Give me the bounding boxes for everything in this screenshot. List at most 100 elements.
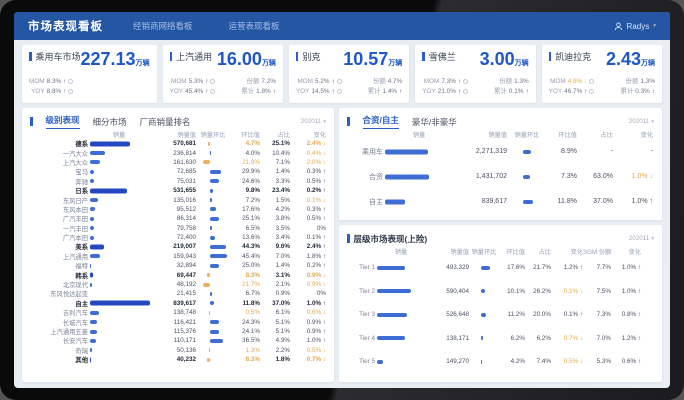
- sales-value: 110,171: [150, 337, 196, 344]
- mom-bar-cell: [196, 196, 230, 205]
- sales-bar-cell: [88, 327, 150, 336]
- sales-bar: [377, 289, 411, 293]
- table-row: 上汽通用五菱115,37624.1%5.1%0.9% ↑: [30, 327, 326, 336]
- sales-value: 135,016: [150, 197, 196, 204]
- kpi-metric-line: YOY8.8%↑: [29, 87, 73, 97]
- share-value: 10.4%: [260, 150, 290, 157]
- mom-value: 17.6%: [230, 206, 260, 213]
- table-row: 日系531,6559.8%23.4%0.2% ↑: [30, 186, 326, 195]
- metric-value: 14.5%: [311, 87, 329, 97]
- kpi-unit: 万辆: [262, 60, 276, 67]
- kpi-side-column: 份额4.7%累计1.4%↑: [368, 77, 403, 96]
- sales-bar-cell: [88, 336, 150, 345]
- date-filter[interactable]: 202011▾: [629, 235, 654, 242]
- kpi-side-column: 份额7.2%累计1.8%↑: [241, 77, 276, 96]
- sgm-share-value: 7.3%: [583, 311, 611, 318]
- share-value: 3.5%: [260, 225, 290, 232]
- table-row: 自主839,61711.8%37.0%1.0% ↑: [30, 299, 326, 308]
- kpi-metric-column: MOM5.2%↑YOY14.5%↑: [296, 77, 342, 96]
- metric-label: MOM: [424, 77, 440, 87]
- chevron-down-icon: ▾: [653, 23, 656, 29]
- tab-sub-market[interactable]: 细分市场: [93, 116, 127, 128]
- kpi-card[interactable]: 雪佛兰3.00万辆MOM7.3%↑YOY21.0%↑份额1.3%累计0.1%↑: [415, 45, 535, 103]
- table-row: 长安汽车110,17136.5%4.9%1.0% ↑: [30, 336, 326, 345]
- user-menu[interactable]: Radys ▾: [614, 22, 656, 31]
- mom-bar: [209, 348, 210, 352]
- sales-value: 236,814: [150, 150, 196, 157]
- kpi-card[interactable]: 别克10.57万辆MOM5.2%↑YOY14.5%↑份额4.7%累计1.4%↑: [289, 45, 409, 103]
- row-label: 一汽大众: [30, 149, 88, 158]
- tab-level-performance[interactable]: 级别表现: [46, 114, 80, 129]
- table-row: 上汽通用159,94345.4%7.0%1.8% ↑: [30, 252, 326, 261]
- kpi-card[interactable]: 上汽通用16.00万辆 MOM5.3%↑YOY45.4%↑ 份额7.2%累计1.8%…: [163, 45, 283, 103]
- change-value: 0.5% ↓: [551, 358, 583, 365]
- sales-bar: [377, 360, 383, 364]
- mom-bar: [210, 151, 212, 155]
- change-value: 2.4% ↓: [290, 140, 326, 147]
- mom-bar-cell: [507, 147, 547, 156]
- sales-bar-cell: [88, 177, 150, 186]
- kpi-value: 10.57万辆: [343, 50, 402, 73]
- nav-tab-operations[interactable]: 运营表现看板: [229, 20, 280, 32]
- share-value: 26.2%: [525, 288, 551, 295]
- joint-panel-tabs: 合资/自主 豪华/非豪华 202011▾: [347, 113, 654, 130]
- row-label: 自主: [30, 299, 88, 308]
- kpi-card-top: 上汽通用16.00万辆: [170, 50, 276, 73]
- date-filter[interactable]: 202011▾: [301, 118, 326, 125]
- metric-label: 累计: [368, 87, 381, 97]
- row-label: 其他: [30, 355, 88, 364]
- table-row: Tier 5149,2704.2%7.4%0.5% ↓5.3%0.6% ↑: [347, 350, 654, 374]
- sales-bar: [377, 266, 405, 270]
- sales-bar-cell: [88, 261, 150, 270]
- user-name: Radys: [627, 22, 650, 31]
- joint-vs-domestic-panel: 合资/自主 豪华/非豪华 202011▾ 销量 销量值 销量环比 环比值 占比 …: [339, 108, 662, 220]
- share-value: 5.1%: [260, 328, 290, 335]
- change-value: -: [613, 148, 653, 155]
- share-value: 7.0%: [260, 253, 290, 260]
- share-value: 6.1%: [260, 309, 290, 316]
- mom-value: 17.6%: [499, 264, 525, 271]
- share-value: 3.8%: [260, 215, 290, 222]
- table-row: 北京现代48,19221.7%2.1%0.9% ↓: [30, 280, 326, 289]
- change-value: 0%: [290, 290, 326, 297]
- table-row: 奔驰75,03124.6%3.3%0.5% ↑: [30, 177, 326, 186]
- segment-performance-panel: 级别表现 细分市场 厂商销量排名 202011▾ 销量 销量值 销量环比 环比值…: [22, 108, 334, 382]
- tab-joint-domestic[interactable]: 合资/自主: [363, 114, 399, 129]
- nav-tab-dealer-network[interactable]: 经销商网络看板: [133, 20, 193, 32]
- share-value: 21.7%: [525, 264, 551, 271]
- date-filter[interactable]: 202011▾: [629, 118, 654, 125]
- tab-luxury-nonluxury[interactable]: 豪华/非豪华: [412, 116, 457, 128]
- kpi-metric-column: MOM5.3%↑YOY45.4%↑: [170, 77, 216, 96]
- kpi-card-top: 乘用车市场227.13万辆: [29, 50, 150, 73]
- share-value: -: [577, 148, 613, 155]
- mom-value: 21.7%: [230, 281, 260, 288]
- tab-oem-sales-rank[interactable]: 厂商销量排名: [140, 116, 191, 128]
- sales-value: 116,421: [150, 319, 196, 326]
- mom-bar-cell: [469, 334, 499, 343]
- metric-label: MOM: [171, 77, 187, 87]
- kpi-metric-column: MOM4.9%↓YOY46.7%↑: [549, 77, 595, 96]
- sales-bar-cell: [383, 147, 455, 156]
- col-change: 变化: [551, 247, 583, 256]
- kpi-card[interactable]: 乘用车市场227.13万辆MOM8.3%↑YOY8.8%↑: [22, 45, 157, 103]
- monitor-bezel: 市场表现看板 经销商网络看板 运营表现看板 Radys ▾ 乘用车市场227.1…: [0, 0, 684, 400]
- row-label: Tier 4: [347, 335, 375, 342]
- tier-panel-header: 层级市场表现(上险) 202011▾: [347, 230, 654, 247]
- table-row: Tier 2590,40410.1%26.2%0.1% ↓7.5%1.0% ↑: [347, 280, 654, 304]
- change-value: 1.0% ↑: [613, 198, 653, 205]
- mom-bar-cell: [196, 224, 230, 233]
- kpi-card[interactable]: 凯迪拉克2.43万辆MOM4.9%↓YOY46.7%↑份额1.3%累计0.3%↑: [542, 45, 662, 103]
- change-value: 1.2% ↑: [611, 335, 641, 342]
- share-value: 5.1%: [260, 319, 290, 326]
- table-row: 美系219,00744.3%9.6%2.4% ↑: [30, 242, 326, 251]
- mom-bar-cell: [196, 186, 230, 195]
- metric-value: 1.3%: [640, 77, 655, 87]
- mom-value: 44.3%: [230, 243, 260, 250]
- mom-bar-cell: [507, 172, 547, 181]
- kpi-metric-line: MOM5.3%↑: [170, 77, 216, 87]
- sgm-share-value: 7.5%: [583, 288, 611, 295]
- metric-label: YOY: [296, 87, 310, 97]
- change-value: 0.7% ↓: [551, 335, 583, 342]
- kpi-card-top: 凯迪拉克2.43万辆: [549, 50, 655, 73]
- change-value: 0.3% ↑: [290, 206, 326, 213]
